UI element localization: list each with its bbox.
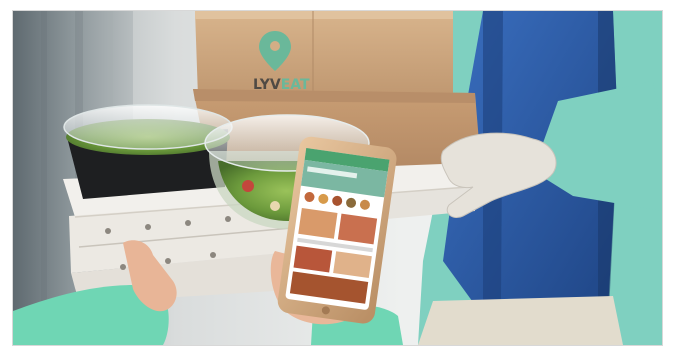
brand-name-part1: LYV (253, 77, 281, 93)
salad-container-black (63, 104, 233, 199)
svg-text:LYVEAT: LYVEAT (253, 77, 310, 93)
cardboard-box-top (195, 11, 453, 99)
brand-name-part2: EAT (281, 77, 310, 93)
photo-frame: LYVEAT (12, 10, 663, 346)
delivery-photo: LYVEAT (13, 11, 662, 345)
courier-pants (418, 296, 623, 345)
